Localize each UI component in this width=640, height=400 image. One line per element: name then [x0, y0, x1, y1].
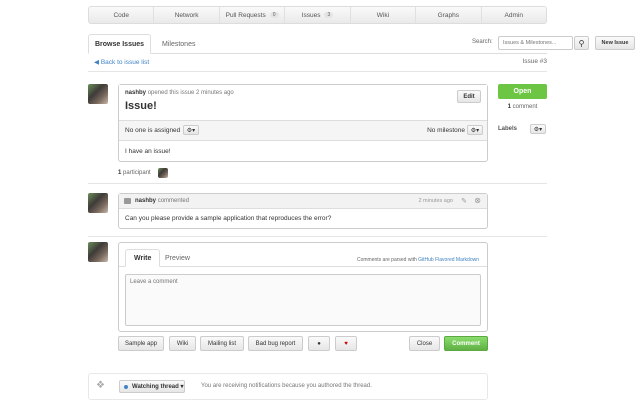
issues-tabs-bar: Browse Issues Milestones Search: ⚲ New I… [88, 34, 635, 54]
sample-app-button[interactable]: Sample app [118, 336, 164, 351]
comment-author[interactable]: nashby [135, 198, 156, 204]
nav-label: Pull Requests [225, 11, 266, 19]
edit-button[interactable]: Edit [457, 90, 481, 103]
nav-network[interactable]: Network [154, 7, 220, 23]
composer-tabs: Write Preview Comments are parsed with G… [119, 243, 487, 267]
pull-requests-counter: 0 [269, 12, 279, 18]
tab-preview[interactable]: Preview [157, 249, 198, 267]
nav-issues[interactable]: Issues 3 [285, 7, 351, 23]
ninja-button[interactable]: ● [308, 336, 330, 351]
comment: nashby commented 2 minutes ago ✎ ⊗ Can y… [118, 193, 488, 229]
avatar[interactable] [88, 84, 108, 104]
speech-bubble-icon [124, 198, 131, 204]
markdown-note: Comments are parsed with GitHub Flavored… [357, 257, 479, 263]
milestone-dropdown[interactable]: ⚙▾ [467, 125, 483, 135]
divider [88, 71, 547, 72]
comment-body: Can you please provide a sample applicat… [125, 215, 332, 222]
delete-icon[interactable]: ⊗ [474, 196, 481, 205]
watch-label: Watching thread [132, 383, 179, 390]
avatar[interactable] [88, 242, 108, 262]
search-button[interactable]: ⚲ [574, 36, 589, 50]
gear-icon: ⚙▾ [533, 126, 543, 133]
chevron-down-icon: ▾ [180, 384, 184, 390]
repo-nav: Code Network Pull Requests 0 Issues 3 Wiki… [88, 6, 547, 24]
broadcast-icon: ❖ [96, 380, 105, 391]
participant-count: 1 [118, 170, 122, 176]
arrow-left-icon: ◀ [94, 59, 101, 66]
comment-count-label: comment [512, 104, 538, 110]
participants: 1 participant [118, 170, 151, 176]
close-button[interactable]: Close [409, 336, 440, 351]
markdown-link[interactable]: GitHub Flavored Markdown [418, 257, 479, 263]
pencil-icon[interactable]: ✎ [461, 197, 467, 205]
issue-opener: nashby opened this issue 2 minutes ago [125, 90, 481, 96]
comment-count-number: 1 [507, 104, 511, 110]
labels-dropdown[interactable]: ⚙▾ [530, 124, 546, 134]
nav-label: Admin [504, 11, 523, 19]
watch-dot-icon [124, 384, 128, 389]
comment-time: 2 minutes ago [418, 198, 453, 204]
issues-counter: 3 [324, 12, 334, 18]
nav-admin[interactable]: Admin [482, 7, 546, 23]
issue-header: nashby opened this issue 2 minutes ago I… [119, 85, 487, 121]
issue-title: Issue! [125, 100, 157, 112]
opened-text: opened this issue 2 minutes ago [147, 90, 234, 96]
nav-label: Network [174, 11, 199, 19]
comment-composer: Write Preview Comments are parsed with G… [118, 242, 488, 332]
nav-wiki[interactable]: Wiki [351, 7, 417, 23]
participant-avatar[interactable] [158, 168, 168, 178]
divider [88, 236, 547, 237]
nav-label: Wiki [376, 11, 390, 19]
tab-milestones[interactable]: Milestones [156, 34, 201, 54]
gear-icon: ⚙▾ [470, 127, 480, 134]
watch-note: You are receiving notifications because … [201, 383, 372, 389]
watching-thread-button[interactable]: Watching thread ▾ [119, 380, 185, 393]
notification-bar: ❖ Watching thread ▾ You are receiving no… [88, 373, 488, 400]
comment-textarea[interactable] [125, 274, 481, 326]
comment-count: 1 comment [498, 104, 547, 110]
milestone-text: No milestone [427, 127, 465, 134]
search-label: Search: [472, 39, 493, 45]
ninja-icon: ● [317, 340, 321, 347]
new-issue-button[interactable]: New Issue [595, 36, 635, 50]
assignee-text: No one is assigned [125, 127, 181, 134]
back-to-issue-list-link[interactable]: ◀ Back to issue list [94, 58, 149, 66]
markdown-note-text: Comments are parsed with [357, 257, 417, 263]
labels-heading: Labels [498, 126, 518, 132]
heart-icon: ♥ [344, 340, 348, 347]
tab-browse-issues[interactable]: Browse Issues [88, 34, 152, 54]
comment-header: nashby commented 2 minutes ago ✎ ⊗ [119, 194, 487, 209]
participant-label: participant [123, 170, 151, 176]
issue-box: nashby opened this issue 2 minutes ago I… [118, 84, 488, 162]
issue-author[interactable]: nashby [125, 90, 146, 96]
nav-label: Code [113, 11, 129, 19]
heart-button[interactable]: ♥ [335, 336, 357, 351]
nav-label: Graphs [437, 11, 459, 19]
nav-pull-requests[interactable]: Pull Requests 0 [220, 7, 286, 23]
wiki-button[interactable]: Wiki [169, 336, 196, 351]
status-badge: Open [498, 84, 547, 99]
comment-button[interactable]: Comment [444, 336, 488, 351]
comment-action: commented [157, 198, 190, 204]
nav-code[interactable]: Code [89, 7, 155, 23]
issue-meta: No one is assigned ⚙▾ No milestone ⚙▾ [119, 121, 487, 141]
bad-bug-report-button[interactable]: Bad bug report [248, 336, 303, 351]
mailing-list-button[interactable]: Mailing list [200, 336, 244, 351]
search-input[interactable] [498, 36, 573, 50]
back-link-label: Back to issue list [100, 59, 150, 66]
tab-write[interactable]: Write [125, 249, 161, 267]
gear-icon: ⚙▾ [186, 127, 196, 134]
issue-body: I have an issue! [125, 148, 171, 155]
assignee-dropdown[interactable]: ⚙▾ [183, 125, 199, 135]
issue-number: Issue #3 [522, 58, 547, 65]
divider [88, 183, 547, 184]
avatar[interactable] [88, 193, 108, 213]
nav-label: Issues [301, 11, 321, 19]
search-icon: ⚲ [578, 38, 585, 48]
nav-graphs[interactable]: Graphs [416, 7, 482, 23]
